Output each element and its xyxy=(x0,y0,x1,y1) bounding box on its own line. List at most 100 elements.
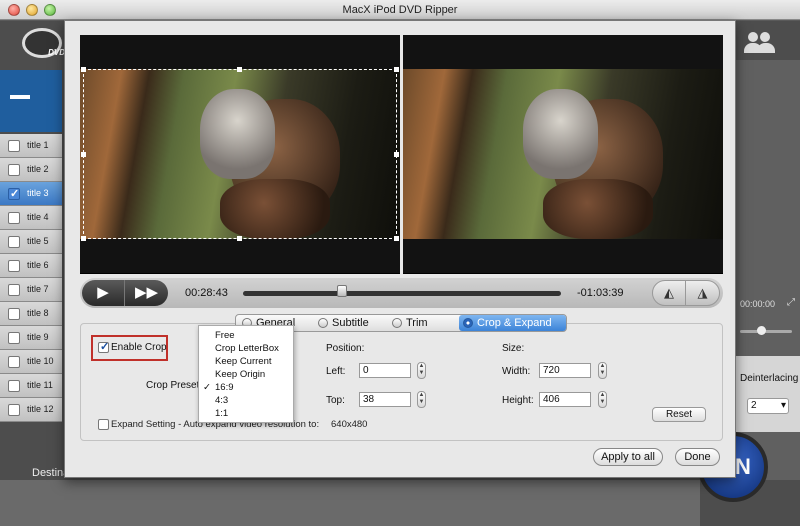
menu-item-4-3[interactable]: 4:3 xyxy=(199,394,293,407)
title-row[interactable]: title 8 xyxy=(0,302,62,326)
title-row[interactable]: title 7 xyxy=(0,278,62,302)
zoom-window-button[interactable] xyxy=(44,4,56,16)
crop-handle[interactable] xyxy=(394,67,399,72)
title-label: title 11 xyxy=(27,380,53,390)
options-panel xyxy=(736,356,800,432)
title-row[interactable]: title 12 xyxy=(0,398,62,422)
title-checkbox[interactable] xyxy=(8,140,20,152)
title-row[interactable]: title 5 xyxy=(0,230,62,254)
crop-handle[interactable] xyxy=(81,67,86,72)
title-checkbox[interactable] xyxy=(8,236,20,248)
title-row[interactable]: title 9 xyxy=(0,326,62,350)
position-label: Position: xyxy=(326,343,365,354)
size-label: Size: xyxy=(502,343,525,354)
seek-knob[interactable] xyxy=(336,285,347,297)
playback-buttons: ▶ ▶▶ xyxy=(82,280,168,306)
title-row[interactable]: title 3 xyxy=(0,182,62,206)
title-checkbox[interactable] xyxy=(8,212,20,224)
remaining-time: -01:03:39 xyxy=(577,287,624,299)
top-stepper[interactable]: ▲ ▼ xyxy=(417,391,426,408)
menu-item-free[interactable]: Free xyxy=(199,329,293,342)
window-titlebar: MacX iPod DVD Ripper xyxy=(0,0,800,20)
title-checkbox[interactable] xyxy=(8,404,20,416)
expand-setting-checkbox[interactable] xyxy=(98,419,109,430)
top-label: Top: xyxy=(326,395,345,406)
title-label: title 1 xyxy=(27,140,49,150)
destination-bar xyxy=(0,480,700,526)
done-button[interactable]: Done xyxy=(675,448,720,466)
crop-handle[interactable] xyxy=(394,236,399,241)
rotate-button[interactable]: ◭ xyxy=(653,281,686,305)
video-frame xyxy=(403,69,723,239)
width-input[interactable]: 720 xyxy=(539,363,591,378)
tab-crop-expand[interactable]: Crop & Expand xyxy=(459,315,566,331)
title-row[interactable]: title 4 xyxy=(0,206,62,230)
menu-item-16-9[interactable]: ✓ 16:9 xyxy=(199,381,293,394)
original-video-preview[interactable] xyxy=(80,35,400,274)
title-checkbox[interactable] xyxy=(8,308,20,320)
top-input[interactable]: 38 xyxy=(359,392,411,407)
crop-handle[interactable] xyxy=(394,152,399,157)
title-row[interactable]: title 2 xyxy=(0,158,62,182)
crop-selection-rect[interactable] xyxy=(83,69,397,239)
users-icon[interactable] xyxy=(744,30,776,54)
menu-item-keep-current[interactable]: Keep Current xyxy=(199,355,293,368)
enable-crop-checkbox[interactable] xyxy=(98,340,109,353)
crop-handle[interactable] xyxy=(237,67,242,72)
play-button[interactable]: ▶ xyxy=(82,280,125,306)
title-label: title 12 xyxy=(27,404,54,414)
crop-handle[interactable] xyxy=(81,236,86,241)
checkmark-icon: ✓ xyxy=(203,382,211,393)
title-checkbox[interactable] xyxy=(8,284,20,296)
reset-button[interactable]: Reset xyxy=(652,407,706,422)
transform-buttons: ◭ ◮ xyxy=(652,280,720,306)
crop-handle[interactable] xyxy=(81,152,86,157)
title-label: title 8 xyxy=(27,308,49,318)
fullscreen-icon[interactable]: ⤢ xyxy=(787,297,795,308)
title-checkbox[interactable] xyxy=(8,164,20,176)
height-input[interactable]: 406 xyxy=(539,392,591,407)
title-row[interactable]: title 1 xyxy=(0,134,62,158)
tab-trim[interactable]: Trim xyxy=(388,315,458,331)
title-checkbox[interactable] xyxy=(8,260,20,272)
title-label: title 2 xyxy=(27,164,49,174)
minimize-window-button[interactable] xyxy=(26,4,38,16)
left-input[interactable]: 0 xyxy=(359,363,411,378)
title-label: title 10 xyxy=(27,356,54,366)
left-stepper[interactable]: ▲ ▼ xyxy=(417,362,426,379)
dvd-logo-text: DVD xyxy=(48,48,65,57)
crop-presets-label: Crop Presets xyxy=(146,380,205,391)
flip-button[interactable]: ◮ xyxy=(686,281,719,305)
height-stepper[interactable]: ▲ ▼ xyxy=(598,391,607,408)
crop-handle[interactable] xyxy=(237,236,242,241)
menu-item-1-1[interactable]: 1:1 xyxy=(199,407,293,420)
title-row[interactable]: title 10 xyxy=(0,350,62,374)
edit-dialog: ▶ ▶▶ 00:28:43 -01:03:39 ◭ ◮ General Subt… xyxy=(64,20,736,478)
title-row[interactable]: title 11 xyxy=(0,374,62,398)
title-label: title 4 xyxy=(27,212,49,222)
fast-forward-button[interactable]: ▶▶ xyxy=(125,280,168,306)
cpu-core-select[interactable]: 2 xyxy=(747,398,789,414)
volume-knob[interactable] xyxy=(757,326,766,335)
tab-subtitle[interactable]: Subtitle xyxy=(314,315,388,331)
title-list: title 1 title 2 title 3 title 4 title 5 … xyxy=(0,134,62,422)
close-window-button[interactable] xyxy=(8,4,20,16)
apply-to-all-button[interactable]: Apply to all xyxy=(593,448,663,466)
title-row[interactable]: title 6 xyxy=(0,254,62,278)
width-stepper[interactable]: ▲ ▼ xyxy=(598,362,607,379)
title-checkbox[interactable] xyxy=(8,380,20,392)
minus-icon[interactable] xyxy=(10,95,30,99)
menu-item-keep-origin[interactable]: Keep Origin xyxy=(199,368,293,381)
enable-crop-label[interactable]: Enable Crop xyxy=(111,342,167,353)
playback-controls: ▶ ▶▶ 00:28:43 -01:03:39 ◭ ◮ xyxy=(80,278,723,308)
radio-icon xyxy=(392,318,402,328)
deinterlacing-label: Deinterlacing xyxy=(740,373,799,384)
title-checkbox[interactable] xyxy=(8,356,20,368)
seek-bar[interactable] xyxy=(243,291,561,296)
title-checkbox[interactable] xyxy=(8,187,20,200)
letterbox-top xyxy=(80,35,400,69)
volume-slider[interactable] xyxy=(740,330,792,333)
title-checkbox[interactable] xyxy=(8,332,20,344)
menu-item-crop-letterbox[interactable]: Crop LetterBox xyxy=(199,342,293,355)
source-thumbnail[interactable] xyxy=(0,70,62,132)
